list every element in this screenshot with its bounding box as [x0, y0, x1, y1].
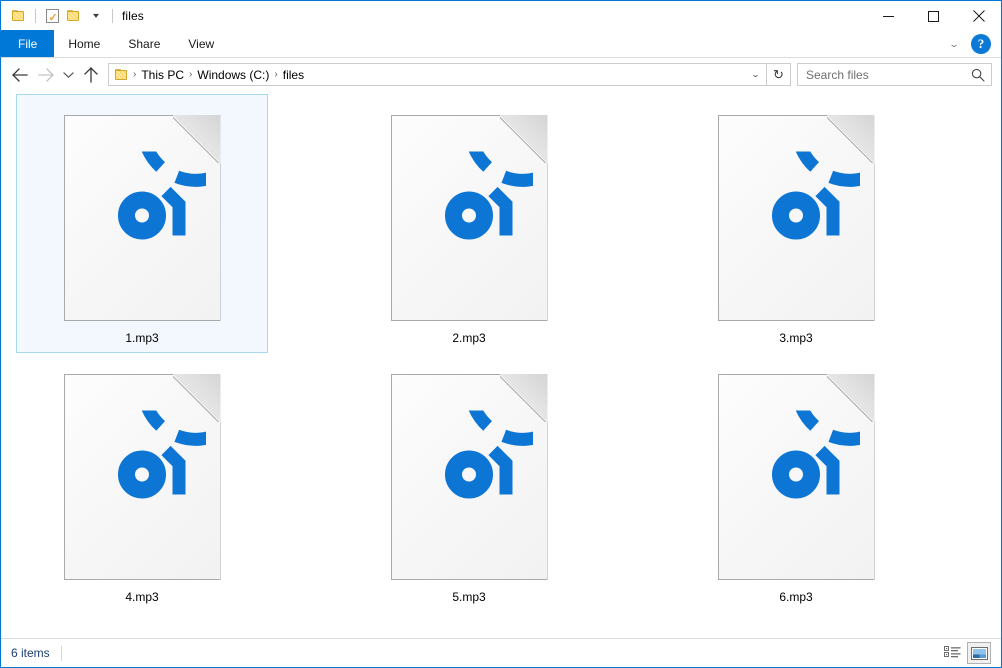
groove-music-disc-glyph	[118, 92, 254, 240]
details-view-button[interactable]	[940, 642, 964, 664]
qat-separator-2	[112, 8, 113, 23]
help-icon[interactable]: ?	[971, 34, 991, 54]
large-icons-view-icon	[970, 646, 988, 660]
groove-music-file-icon	[64, 92, 254, 321]
chevron-down-glyph: ▾	[92, 10, 100, 20]
file-name-label: 1.mp3	[125, 331, 159, 345]
groove-music-disc-glyph	[772, 92, 908, 240]
groove-music-file-icon	[391, 92, 581, 321]
groove-music-file-icon	[718, 92, 908, 321]
folder-glyph	[67, 9, 81, 22]
document-check-glyph: ✓	[45, 8, 59, 23]
file-item[interactable]: 4.mp3	[16, 328, 268, 612]
groove-music-disc-glyph	[445, 328, 581, 499]
minimize-icon	[883, 15, 894, 17]
recent-locations-chevron-icon	[63, 71, 74, 78]
file-item[interactable]: 3.mp3	[670, 92, 922, 353]
address-bar: › This PC › Windows (C:) › files ⌄ ↻	[1, 58, 1001, 91]
address-dropdown-chevron-icon[interactable]: ⌄	[741, 64, 770, 85]
item-count-label: 6 items	[11, 646, 50, 660]
up-arrow-icon	[84, 66, 98, 83]
tab-file[interactable]: File	[1, 30, 55, 57]
quick-access-toolbar: ✓ ▾ files	[1, 1, 144, 31]
search-icon[interactable]	[971, 68, 985, 82]
properties-icon[interactable]: ✓	[41, 5, 63, 27]
disc-glyph-wrap	[405, 328, 581, 544]
qat-separator-1	[35, 8, 36, 23]
disc-glyph-wrap	[732, 92, 908, 285]
groove-music-file-icon	[718, 328, 908, 580]
breadcrumb: › This PC › Windows (C:) › files	[113, 68, 745, 82]
minimize-button[interactable]	[866, 1, 911, 31]
file-name-label: 5.mp3	[452, 590, 486, 604]
tab-share[interactable]: Share	[114, 30, 174, 57]
forward-arrow-icon	[38, 67, 54, 82]
status-divider	[60, 645, 62, 661]
folder-glyph	[12, 9, 26, 22]
expand-ribbon-chevron-icon[interactable]: ⌄	[938, 33, 971, 55]
breadcrumb-bar: › This PC › Windows (C:) › files ⌄ ↻	[108, 63, 791, 86]
maximize-icon	[928, 10, 939, 22]
ribbon-right-controls: ⌄ ?	[943, 30, 997, 58]
folder-icon[interactable]	[8, 5, 30, 27]
file-list-view[interactable]: 1.mp3 2.mp3 3.mp3 4.mp3 5.mp3 6.mp3	[1, 92, 1001, 637]
tab-home[interactable]: Home	[54, 30, 114, 57]
recent-locations-button[interactable]	[59, 62, 78, 88]
ribbon-tab-bar: File Home Share View ⌄ ?	[1, 30, 1001, 58]
close-icon	[972, 10, 985, 22]
search-box[interactable]	[797, 63, 992, 86]
close-button[interactable]	[956, 1, 1001, 31]
title-bar: ✓ ▾ files	[1, 0, 1001, 30]
file-item[interactable]: 6.mp3	[670, 328, 922, 612]
file-name-label: 3.mp3	[779, 331, 813, 345]
breadcrumb-item-files[interactable]: files	[279, 68, 308, 82]
tab-view[interactable]: View	[174, 30, 228, 57]
file-name-label: 6.mp3	[779, 590, 813, 604]
file-explorer-window: ✓ ▾ files File Home Share View ⌄ ? › Thi…	[0, 0, 1002, 668]
groove-music-file-icon	[391, 328, 581, 580]
disc-glyph-wrap	[78, 328, 254, 544]
back-arrow-icon	[12, 67, 28, 82]
file-name-label: 2.mp3	[452, 331, 486, 345]
file-item[interactable]: 5.mp3	[343, 328, 595, 612]
status-bar: 6 items	[1, 638, 1001, 667]
back-button[interactable]	[7, 62, 33, 88]
groove-music-disc-glyph	[118, 328, 254, 499]
window-title: files	[122, 8, 144, 23]
window-controls	[866, 1, 1001, 31]
disc-glyph-wrap	[78, 92, 254, 285]
breadcrumb-folder-icon[interactable]	[113, 68, 132, 81]
customize-chevron-icon[interactable]: ▾	[85, 5, 107, 27]
forward-button[interactable]	[33, 62, 59, 88]
file-name-label: 4.mp3	[125, 590, 159, 604]
large-icons-view-button[interactable]	[967, 642, 991, 664]
file-grid: 1.mp3 2.mp3 3.mp3 4.mp3 5.mp3 6.mp3	[1, 92, 1001, 612]
up-button[interactable]	[78, 62, 104, 88]
groove-music-file-icon	[64, 328, 254, 580]
groove-music-disc-glyph	[445, 92, 581, 240]
search-input[interactable]	[806, 67, 971, 82]
file-item[interactable]: 1.mp3	[16, 92, 268, 353]
maximize-button[interactable]	[911, 1, 956, 31]
disc-glyph-wrap	[405, 92, 581, 285]
breadcrumb-item-this-pc[interactable]: This PC	[137, 68, 188, 82]
disc-glyph-wrap	[732, 328, 908, 544]
view-mode-buttons	[940, 642, 997, 664]
breadcrumb-item-windows-c[interactable]: Windows (C:)	[193, 68, 273, 82]
new-folder-icon[interactable]	[63, 5, 85, 27]
groove-music-disc-glyph	[772, 328, 908, 499]
details-view-icon	[943, 645, 960, 657]
file-item[interactable]: 2.mp3	[343, 92, 595, 353]
